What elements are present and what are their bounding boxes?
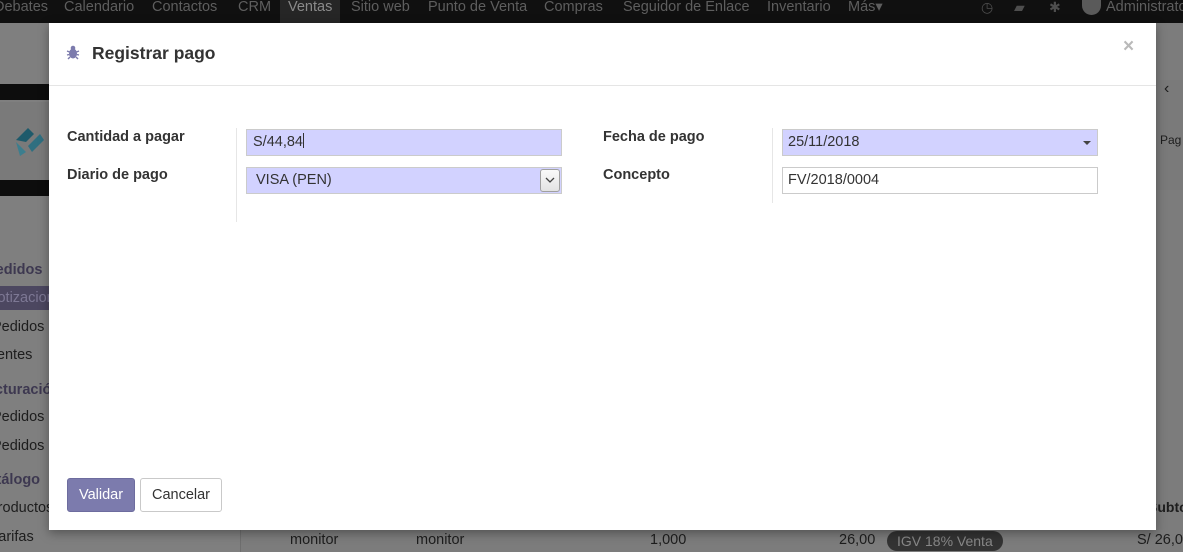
- line-subtotal: S/ 26,00: [1137, 532, 1183, 548]
- memo-input[interactable]: FV/2018/0004: [782, 167, 1098, 194]
- line-product[interactable]: monitor: [290, 532, 338, 548]
- dialog-title: Registrar pago: [92, 43, 216, 63]
- pager-label: Pag: [1160, 133, 1182, 147]
- cancel-button[interactable]: Cancelar: [140, 478, 222, 512]
- nav-seguidor-de-enlace[interactable]: Seguidor de Enlace: [623, 0, 750, 23]
- close-button[interactable]: ×: [1123, 37, 1134, 57]
- column-divider-left: [236, 128, 237, 222]
- nav-mas-label: Más: [848, 0, 876, 15]
- sidebar-item-clientes[interactable]: Clientes: [0, 347, 32, 363]
- journal-label: Diario de pago: [67, 167, 168, 183]
- register-payment-dialog: Registrar pago × Cantidad a pagar Diario…: [49, 23, 1156, 530]
- dialog-footer: Validar Cancelar: [49, 463, 1156, 530]
- nav-sitio-web[interactable]: Sitio web: [351, 0, 410, 23]
- line-description[interactable]: monitor: [416, 532, 464, 548]
- caret-down-icon[interactable]: [1083, 141, 1091, 145]
- select-arrow-button[interactable]: [540, 169, 560, 192]
- logo-mark-icon: [16, 128, 44, 156]
- amount-input[interactable]: S/44,84: [246, 129, 562, 156]
- nav-calendario[interactable]: Calendario: [64, 0, 134, 23]
- nav-inventario[interactable]: Inventario: [767, 0, 831, 23]
- order-line-row: [265, 530, 1183, 552]
- line-quantity[interactable]: 1,000: [650, 532, 686, 548]
- sidebar-section-catalogo: Catálogo: [0, 472, 41, 488]
- nav-compras[interactable]: Compras: [544, 0, 603, 23]
- user-name[interactable]: Administrator: [1106, 0, 1183, 23]
- memo-value: FV/2018/0004: [788, 172, 880, 188]
- sidebar-item-pedidos[interactable]: Pedidos: [0, 319, 44, 335]
- chat-icon[interactable]: ▰: [1014, 0, 1025, 14]
- clock-icon[interactable]: ◷: [981, 0, 993, 14]
- nav-crm[interactable]: CRM: [238, 0, 271, 23]
- column-divider-right: [772, 128, 773, 203]
- dialog-header: Registrar pago ×: [49, 23, 1156, 86]
- memo-label: Concepto: [603, 167, 670, 183]
- banner-dark-strip-bottom: [0, 180, 50, 196]
- sidebar-item-cotizaciones[interactable]: Cotizaciones: [0, 286, 50, 310]
- caret-down-icon: ▾: [875, 0, 883, 15]
- chevron-down-icon: [545, 177, 555, 183]
- nav-mas[interactable]: Más▾: [848, 0, 883, 23]
- amount-label: Cantidad a pagar: [67, 129, 185, 145]
- nav-ventas[interactable]: Ventas: [280, 0, 341, 23]
- sidebar-section-pedidos: Pedidos: [0, 262, 43, 278]
- text-cursor: [303, 133, 304, 148]
- sidebar-item-tarifas[interactable]: Tarifas: [0, 529, 34, 545]
- payment-date-label: Fecha de pago: [603, 129, 705, 145]
- company-logo: [0, 102, 50, 180]
- chevron-left-icon[interactable]: ‹: [1164, 80, 1183, 104]
- line-tax-badge: IGV 18% Venta: [887, 531, 1003, 551]
- line-price[interactable]: 26,00: [839, 532, 875, 548]
- nav-debates[interactable]: Debates: [0, 0, 48, 23]
- sidebar-item-cotizaciones-label: Cotizaciones: [0, 290, 50, 306]
- bug-icon: [66, 45, 80, 60]
- bug-icon[interactable]: ✱: [1049, 0, 1061, 14]
- nav-contactos[interactable]: Contactos: [152, 0, 217, 23]
- avatar[interactable]: [1082, 0, 1101, 15]
- journal-value: VISA (PEN): [256, 172, 332, 188]
- payment-date-value: 25/11/2018: [788, 134, 860, 150]
- amount-value: S/44,84: [253, 134, 303, 150]
- validate-button[interactable]: Validar: [67, 478, 135, 512]
- top-navbar: Debates Calendario Contactos CRM Ventas …: [0, 0, 1183, 23]
- banner-dark-strip: [0, 84, 50, 100]
- sidebar-item-productos[interactable]: Productos: [0, 500, 53, 516]
- payment-date-input[interactable]: 25/11/2018: [782, 129, 1098, 156]
- nav-punto-de-venta[interactable]: Punto de Venta: [428, 0, 527, 23]
- journal-select[interactable]: VISA (PEN): [246, 167, 562, 194]
